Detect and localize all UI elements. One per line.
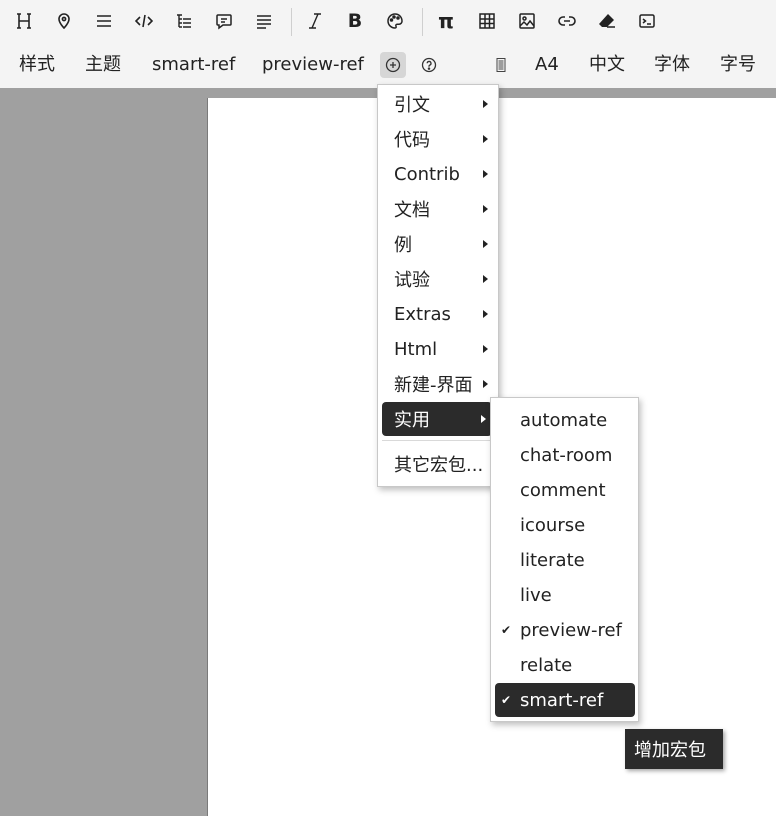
add-package-button[interactable] [380, 52, 406, 78]
dropdown-item[interactable]: Html [382, 332, 494, 366]
dropdown-item[interactable]: 例 [382, 227, 494, 261]
list-icon[interactable] [90, 7, 118, 35]
theme-menu[interactable]: 主题 [85, 54, 121, 76]
submenu-arrow-icon [483, 170, 488, 178]
submenu-arrow-icon [483, 345, 488, 353]
toolbar-separator [291, 8, 292, 36]
submenu-arrow-icon [483, 275, 488, 283]
dropdown-divider [382, 440, 494, 441]
submenu-item[interactable]: comment [495, 473, 635, 507]
paper-size-menu[interactable]: A4 [535, 54, 559, 76]
dropdown-item-label: 例 [394, 235, 412, 256]
location-pin-icon[interactable] [50, 7, 78, 35]
check-icon: ✔ [501, 693, 512, 707]
dropdown-item-label: Contrib [394, 163, 460, 185]
dropdown-item-label: 文档 [394, 200, 430, 221]
code-icon[interactable] [130, 7, 158, 35]
submenu-arrow-icon [483, 310, 488, 318]
package-dropdown-menu: 引文代码 Contrib 文档例试验 Extras Html 新建-界面实用其它宏包... [377, 84, 499, 487]
heading-icon[interactable] [10, 7, 38, 35]
page-size-button[interactable] [488, 52, 514, 78]
submenu-item[interactable]: relate [495, 648, 635, 682]
submenu-item-label: automate [520, 409, 608, 431]
pi-icon[interactable]: π [432, 7, 460, 35]
toolbar: B π 样式 主题 smart-ref preview-ref A4 中文 字体… [0, 0, 776, 88]
menu-bar: 样式 主题 smart-ref preview-ref A4 中文 字体 字号 [0, 42, 776, 88]
submenu-item[interactable]: live [495, 578, 635, 612]
dropdown-item-label: 实用 [394, 410, 430, 431]
submenu-item[interactable]: literate [495, 543, 635, 577]
submenu-item-label: relate [520, 654, 573, 676]
paragraph-icon[interactable] [250, 7, 278, 35]
eraser-icon[interactable] [593, 7, 621, 35]
style-menu[interactable]: 样式 [19, 54, 55, 76]
table-icon[interactable] [473, 7, 501, 35]
submenu-item[interactable]: icourse [495, 508, 635, 542]
add-package-tooltip: 增加宏包 [625, 729, 723, 769]
question-circle-icon [421, 57, 437, 73]
font-menu[interactable]: 字体 [654, 54, 690, 76]
dropdown-item[interactable]: 引文 [382, 87, 494, 121]
submenu-item-label: smart-ref [520, 689, 604, 711]
dropdown-item[interactable]: 试验 [382, 262, 494, 296]
image-icon[interactable] [513, 7, 541, 35]
palette-icon[interactable] [381, 7, 409, 35]
submenu-item-label: comment [520, 479, 606, 501]
utility-submenu: automate chat-room comment icourse literate l… [490, 397, 639, 722]
format-toolbar: B π [0, 0, 776, 42]
dropdown-item[interactable]: Extras [382, 297, 494, 331]
dropdown-item-label: 新建-界面 [394, 375, 473, 396]
dropdown-item-label: 引文 [394, 95, 430, 116]
dropdown-item[interactable]: 文档 [382, 192, 494, 226]
help-button[interactable] [416, 52, 442, 78]
submenu-item[interactable]: ✔ preview-ref [495, 613, 635, 647]
submenu-arrow-icon [483, 240, 488, 248]
dropdown-item-label: Html [394, 338, 438, 360]
submenu-arrow-icon [483, 380, 488, 388]
submenu-arrow-icon [483, 135, 488, 143]
language-menu[interactable]: 中文 [589, 54, 625, 76]
preview-ref-menu[interactable]: preview-ref [262, 54, 364, 76]
smart-ref-menu[interactable]: smart-ref [152, 54, 235, 76]
outline-icon[interactable] [170, 7, 198, 35]
submenu-item-label: live [520, 584, 552, 606]
submenu-arrow-icon [483, 205, 488, 213]
submenu-item-label: literate [520, 549, 585, 571]
check-icon: ✔ [501, 623, 512, 637]
submenu-item[interactable]: chat-room [495, 438, 635, 472]
dropdown-item[interactable]: 实用 [382, 402, 492, 436]
font-size-menu[interactable]: 字号 [720, 54, 756, 76]
link-icon[interactable] [553, 7, 581, 35]
dropdown-item[interactable]: 新建-界面 [382, 367, 494, 401]
plus-circle-icon [385, 57, 401, 73]
bold-icon[interactable]: B [341, 7, 369, 35]
document-icon [496, 58, 506, 72]
submenu-arrow-icon [483, 100, 488, 108]
italic-icon[interactable] [301, 7, 329, 35]
submenu-arrow-icon [481, 415, 486, 423]
toolbar-separator [422, 8, 423, 36]
dropdown-item-label: Extras [394, 303, 451, 325]
submenu-item-label: preview-ref [520, 619, 622, 641]
dropdown-item-label: 代码 [394, 130, 430, 151]
other-packages-item[interactable]: 其它宏包... [382, 447, 494, 481]
other-packages-label: 其它宏包... [394, 455, 484, 476]
submenu-item-label: icourse [520, 514, 586, 536]
submenu-item[interactable]: ✔ smart-ref [495, 683, 635, 717]
dropdown-item-label: 试验 [394, 270, 430, 291]
submenu-item-label: chat-room [520, 444, 613, 466]
submenu-item[interactable]: automate [495, 403, 635, 437]
comment-icon[interactable] [210, 7, 238, 35]
dropdown-item[interactable]: 代码 [382, 122, 494, 156]
dropdown-item[interactable]: Contrib [382, 157, 494, 191]
terminal-icon[interactable] [633, 7, 661, 35]
